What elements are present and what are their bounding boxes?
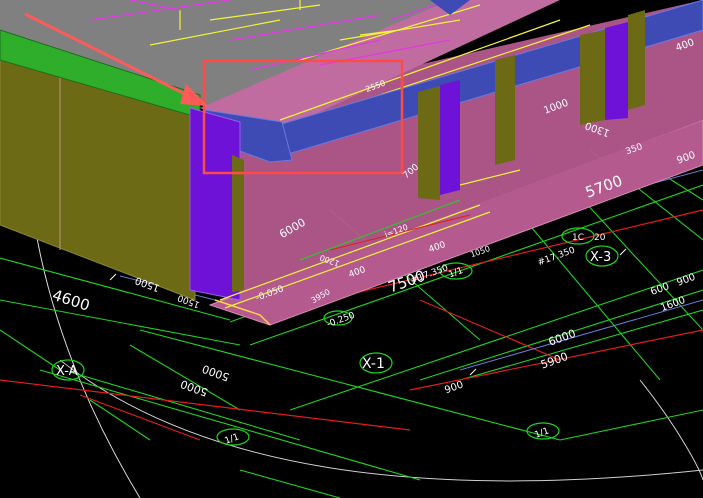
dim-5000-a: 5000 — [200, 362, 231, 384]
column-6 — [628, 10, 645, 110]
plan-arc-bottom — [59, 359, 703, 482]
dim-900-c: 900 — [675, 272, 697, 289]
column-5 — [605, 22, 628, 120]
dim-1600: 1600 — [659, 295, 687, 314]
elev-minus-0250: -0.250 — [326, 311, 357, 330]
model-canvas[interactable]: X-A X-1 X-3 1/1 1/1 1/1 4600 7500 5700 6… — [0, 0, 703, 498]
axis-label-xa: X-A — [56, 364, 78, 379]
cad-3d-viewport[interactable]: X-A X-1 X-3 1/1 1/1 1/1 4600 7500 5700 6… — [0, 0, 703, 498]
plan-arc-right — [639, 379, 703, 481]
column-2-side — [418, 86, 440, 200]
column-corner-side — [232, 155, 244, 292]
column-4 — [580, 30, 605, 125]
dim-600: 600 — [649, 281, 671, 298]
column-2 — [440, 80, 460, 195]
dim-20: 20 — [594, 233, 606, 243]
axis-label-x3: X-3 — [590, 250, 611, 265]
dim-5000-b: 5000 — [179, 377, 210, 399]
axis-label-x1: X-1 — [362, 356, 385, 372]
elev-17350-b: #17.350 — [536, 245, 576, 268]
dim-6000-b: 6000 — [547, 327, 578, 349]
column-3 — [495, 55, 515, 165]
dim-1c: 1C — [572, 233, 584, 243]
